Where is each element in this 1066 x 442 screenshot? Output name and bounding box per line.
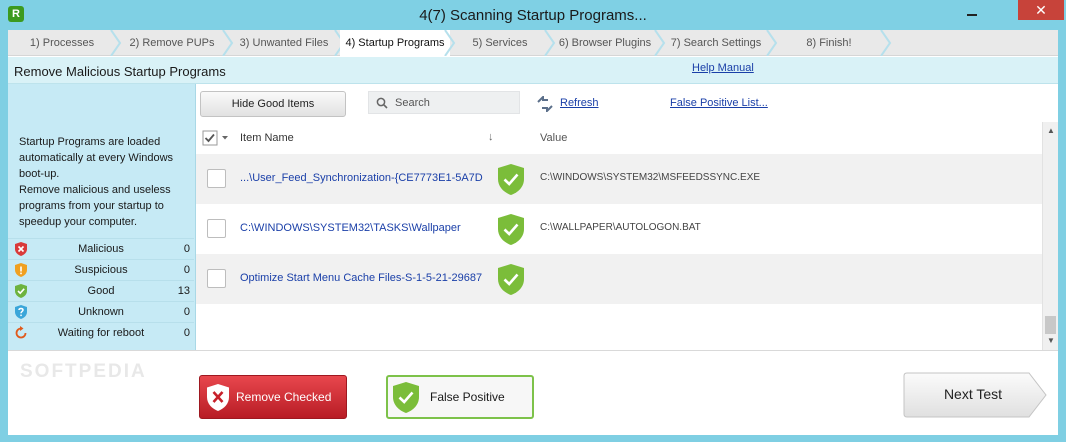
step-browser-plugins[interactable]: 6) Browser Plugins xyxy=(550,30,666,56)
good-shield-icon xyxy=(498,214,524,245)
step-startup-programs[interactable]: 4) Startup Programs xyxy=(340,30,456,56)
sort-arrow-icon[interactable]: ↓ xyxy=(488,131,494,143)
row-value: C:\WALLPAPER\AUTOLOGON.BAT xyxy=(540,222,701,233)
minimize-button[interactable] xyxy=(965,4,979,20)
search-input[interactable]: Search xyxy=(368,91,520,114)
table-header: Item Name ↓ Value xyxy=(196,122,1042,154)
info-description: Startup Programs are loaded automaticall… xyxy=(19,134,189,230)
row-checkbox[interactable] xyxy=(207,219,226,238)
row-item-name[interactable]: Optimize Start Menu Cache Files-S-1-5-21… xyxy=(240,272,490,284)
step-search-settings[interactable]: 7) Search Settings xyxy=(660,30,778,56)
row-item-name[interactable]: ...\User_Feed_Synchronization-{CE7773E1-… xyxy=(240,172,490,184)
reboot-icon xyxy=(15,326,27,339)
search-placeholder: Search xyxy=(395,97,430,109)
table-row[interactable]: C:\WINDOWS\SYSTEM32\TASKS\Wallpaper C:\W… xyxy=(196,204,1042,254)
false-positive-list-link[interactable]: False Positive List... xyxy=(670,97,768,109)
page-title: Remove Malicious Startup Programs xyxy=(14,64,226,79)
select-all-checkbox[interactable] xyxy=(202,130,232,146)
suspicious-shield-icon xyxy=(15,263,27,277)
remove-checked-button[interactable]: Remove Checked xyxy=(199,375,347,419)
search-icon xyxy=(376,97,388,109)
startup-items-table: Item Name ↓ Value ...\User_Feed_Synchron… xyxy=(196,122,1042,348)
stat-malicious: Malicious 0 xyxy=(8,238,194,259)
refresh-icon[interactable] xyxy=(536,96,554,112)
scroll-down-icon[interactable]: ▼ xyxy=(1047,336,1055,345)
good-shield-icon xyxy=(393,382,419,413)
step-remove-pups[interactable]: 2) Remove PUPs xyxy=(116,30,234,56)
refresh-link[interactable]: Refresh xyxy=(560,97,599,109)
table-row[interactable]: Optimize Start Menu Cache Files-S-1-5-21… xyxy=(196,254,1042,304)
wizard-steps: 1) Processes 2) Remove PUPs 3) Unwanted … xyxy=(8,30,1058,56)
row-item-name[interactable]: C:\WINDOWS\SYSTEM32\TASKS\Wallpaper xyxy=(240,222,490,234)
step-services[interactable]: 5) Services xyxy=(450,30,556,56)
table-scrollbar[interactable]: ▲ ▼ xyxy=(1042,122,1058,350)
column-item-name[interactable]: Item Name xyxy=(240,132,294,144)
table-row[interactable]: ...\User_Feed_Synchronization-{CE7773E1-… xyxy=(196,154,1042,204)
row-checkbox[interactable] xyxy=(207,169,226,188)
main-frame: 1) Processes 2) Remove PUPs 3) Unwanted … xyxy=(8,30,1058,435)
stats-list: Malicious 0 Suspicious 0 Good 13 Unknown… xyxy=(8,238,194,343)
stat-suspicious: Suspicious 0 xyxy=(8,259,194,280)
close-button[interactable]: ✕ xyxy=(1018,0,1064,20)
toolbar: Hide Good Items Search Refresh False Pos… xyxy=(196,84,1058,122)
section-header: Remove Malicious Startup Programs Help M… xyxy=(8,57,1058,84)
unknown-shield-icon xyxy=(15,305,27,319)
footer-divider xyxy=(8,350,1058,351)
good-shield-icon xyxy=(15,284,27,298)
window-title: 4(7) Scanning Startup Programs... xyxy=(419,7,647,24)
info-description-text: Startup Programs are loaded automaticall… xyxy=(19,136,174,228)
column-value[interactable]: Value xyxy=(540,132,567,144)
scroll-thumb[interactable] xyxy=(1045,316,1056,334)
step-processes[interactable]: 1) Processes xyxy=(8,30,122,56)
good-shield-icon xyxy=(498,164,524,195)
malicious-shield-icon xyxy=(15,242,27,256)
next-test-button[interactable]: Next Test xyxy=(903,372,1048,418)
remove-shield-icon xyxy=(207,384,229,411)
row-value: C:\WINDOWS\SYSTEM32\MSFEEDSSYNC.EXE xyxy=(540,172,761,183)
stat-waiting-reboot: Waiting for reboot 0 xyxy=(8,322,194,343)
stat-good: Good 13 xyxy=(8,280,194,301)
false-positive-button[interactable]: False Positive xyxy=(386,375,534,419)
info-panel: Startup Programs are loaded automaticall… xyxy=(8,84,196,382)
help-manual-link[interactable]: Help Manual xyxy=(692,62,754,74)
scroll-up-icon[interactable]: ▲ xyxy=(1047,126,1055,135)
step-finish[interactable]: 8) Finish! xyxy=(772,30,892,56)
step-unwanted-files[interactable]: 3) Unwanted Files xyxy=(228,30,346,56)
watermark: SOFTPEDIA xyxy=(20,361,147,382)
chevron-right-icon xyxy=(880,30,892,56)
row-checkbox[interactable] xyxy=(207,269,226,288)
stat-unknown: Unknown 0 xyxy=(8,301,194,322)
title-bar: R 4(7) Scanning Startup Programs... ✕ xyxy=(0,0,1066,30)
hide-good-items-button[interactable]: Hide Good Items xyxy=(200,91,346,117)
good-shield-icon xyxy=(498,264,524,295)
